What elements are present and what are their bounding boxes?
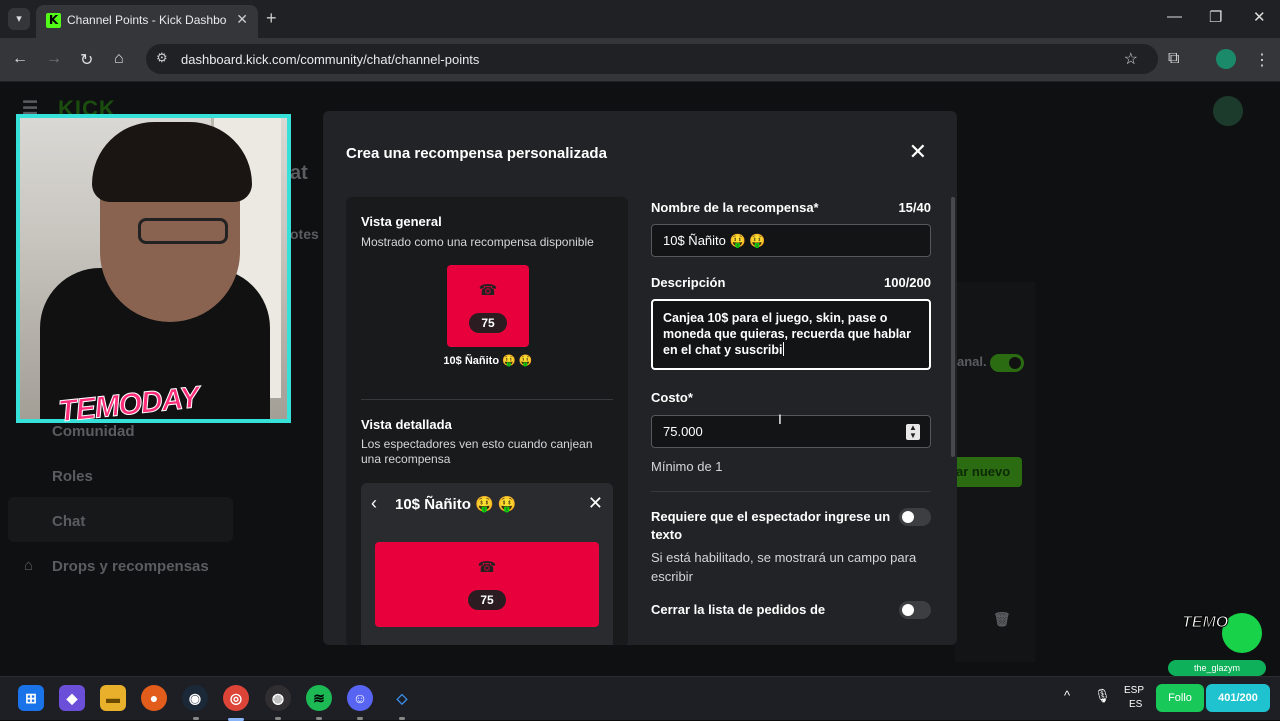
page-heading: at bbox=[290, 162, 308, 184]
gift-icon: ☎ bbox=[478, 282, 498, 299]
stepper-icon[interactable]: ▲ ▼ bbox=[906, 424, 920, 440]
tray-chevron-icon[interactable]: ^ bbox=[1064, 689, 1070, 702]
overview-reward-tile: ☎ 75 bbox=[447, 265, 529, 347]
sidebar-active-bg bbox=[8, 497, 233, 542]
site-info-icon[interactable]: ⚙ bbox=[156, 50, 168, 66]
preview-divider bbox=[361, 399, 613, 400]
kick-favicon-icon: K bbox=[46, 13, 61, 28]
cost-hint: Mínimo de 1 bbox=[651, 459, 723, 474]
text-caret bbox=[782, 342, 784, 356]
tab-partial[interactable]: otes bbox=[290, 226, 319, 242]
chrome-icon[interactable]: ◎ bbox=[223, 685, 249, 711]
tab-close-icon[interactable]: ✕ bbox=[236, 11, 248, 28]
sidebar-item-roles[interactable]: Roles bbox=[52, 468, 93, 485]
back-chevron-icon: ‹ bbox=[371, 493, 377, 513]
modal-close-icon[interactable]: ✕ bbox=[909, 141, 927, 163]
cost-value: 75.000 bbox=[663, 424, 703, 439]
detailed-heading: Vista detallada bbox=[361, 417, 452, 432]
text-cursor-icon: I bbox=[778, 411, 782, 427]
bookmark-star-icon[interactable]: ☆ bbox=[1124, 49, 1138, 69]
windows-taskbar: ⊞ ◆ ▬ ● ◉ ◎ ◍ ≋ ☺ ◇ ^ 🎙 ESP ES bbox=[0, 676, 1280, 721]
overlay-follow-badge: Follo bbox=[1156, 684, 1204, 712]
reward-name-input[interactable]: 10$ Ñañito 🤑 🤑 bbox=[651, 224, 931, 257]
detail-close-icon: ✕ bbox=[587, 493, 603, 513]
modal-scrollbar[interactable] bbox=[951, 197, 955, 457]
background-toggle[interactable] bbox=[990, 354, 1024, 372]
browser-tab[interactable]: K Channel Points - Kick Dashboard ✕ bbox=[36, 5, 258, 38]
language-bottom[interactable]: ES bbox=[1129, 699, 1142, 711]
require-text-toggle[interactable] bbox=[899, 508, 931, 526]
file-explorer-icon[interactable]: ▬ bbox=[100, 685, 126, 711]
address-bar[interactable]: ⚙ dashboard.kick.com/community/chat/chan… bbox=[146, 44, 1158, 74]
trash-icon[interactable]: 🗑 bbox=[993, 611, 1011, 628]
back-icon[interactable]: ← bbox=[12, 50, 28, 68]
tab-title: Channel Points - Kick Dashboard bbox=[67, 13, 227, 27]
overview-cost-badge: 75 bbox=[469, 313, 507, 333]
overlay-username: the_glazym bbox=[1168, 660, 1266, 676]
form-divider bbox=[651, 491, 931, 492]
sidebar-item-drops[interactable]: Drops y recompensas bbox=[52, 558, 209, 575]
overview-heading: Vista general bbox=[361, 214, 442, 229]
toggle-label-partial: anal. bbox=[957, 354, 987, 369]
create-new-button[interactable]: ar nuevo bbox=[950, 457, 1022, 487]
steam-icon[interactable]: ◉ bbox=[182, 685, 208, 711]
forward-icon[interactable]: → bbox=[46, 50, 62, 68]
maximize-icon[interactable]: ❐ bbox=[1209, 8, 1222, 26]
gift-icon: ☎ bbox=[477, 559, 497, 576]
browser-menu-icon[interactable]: ⋮ bbox=[1254, 50, 1270, 70]
modal-title: Crea una recompensa personalizada bbox=[346, 145, 607, 162]
tab-search-icon[interactable]: ▾ bbox=[8, 8, 30, 30]
discord-icon[interactable]: ☺ bbox=[347, 685, 373, 711]
reload-icon[interactable]: ↻ bbox=[80, 50, 93, 70]
overview-caption: 10$ Ñañito 🤑 🤑 bbox=[443, 355, 533, 367]
app-icon[interactable]: ◇ bbox=[389, 685, 415, 711]
close-queue-toggle[interactable] bbox=[899, 601, 931, 619]
detailed-subtitle: Los espectadores ven esto cuando canjean… bbox=[361, 437, 593, 466]
cam-person-glasses bbox=[138, 218, 228, 244]
close-queue-label: Cerrar la lista de pedidos de bbox=[651, 602, 826, 617]
name-counter: 15/40 bbox=[898, 200, 931, 215]
description-textarea[interactable]: Canjea 10$ para el juego, skin, pase o m… bbox=[651, 299, 931, 370]
minimize-icon[interactable]: — bbox=[1167, 8, 1182, 25]
browser-tabbar: ▾ K Channel Points - Kick Dashboard ✕ + … bbox=[0, 0, 1280, 38]
name-label: Nombre de la recompensa* bbox=[651, 200, 819, 215]
description-label: Descripción bbox=[651, 275, 726, 290]
windows-start-icon[interactable]: ⊞ bbox=[18, 685, 44, 711]
browser-toolbar: ← → ↻ ⌂ ⚙ dashboard.kick.com/community/c… bbox=[0, 38, 1280, 82]
description-counter: 100/200 bbox=[884, 275, 931, 290]
copilot-icon[interactable]: ◆ bbox=[59, 685, 85, 711]
overview-subtitle: Mostrado como una recompensa disponible bbox=[361, 235, 594, 249]
language-top[interactable]: ESP bbox=[1124, 685, 1144, 697]
new-tab-icon[interactable]: + bbox=[266, 8, 277, 29]
require-text-label: Requiere que el espectador ingrese un te… bbox=[651, 509, 891, 542]
detailed-cost-badge: 75 bbox=[468, 590, 506, 610]
detailed-title: 10$ Ñañito 🤑 🤑 bbox=[395, 496, 517, 513]
preview-panel: Vista general Mostrado como una recompen… bbox=[346, 197, 628, 645]
url-text: dashboard.kick.com/community/chat/channe… bbox=[181, 52, 480, 67]
detailed-reward-tile: ☎ 75 bbox=[375, 542, 599, 627]
firefox-icon[interactable]: ● bbox=[141, 685, 167, 711]
create-reward-modal: Crea una recompensa personalizada ✕ Vist… bbox=[323, 111, 957, 645]
window-close-icon[interactable]: ✕ bbox=[1253, 8, 1266, 26]
cost-label: Costo* bbox=[651, 390, 693, 405]
description-text: Canjea 10$ para el juego, skin, pase o m… bbox=[663, 311, 911, 357]
microphone-icon[interactable]: 🎙 bbox=[1094, 689, 1111, 702]
home-icon[interactable]: ⌂ bbox=[114, 50, 124, 68]
overlay-goal-badge: 401/200 bbox=[1206, 684, 1270, 712]
extensions-icon[interactable]: ⧉ bbox=[1168, 50, 1179, 68]
overlay-logo: TEMO bbox=[1182, 614, 1229, 632]
spotify-icon[interactable]: ≋ bbox=[306, 685, 332, 711]
obs-icon[interactable]: ◍ bbox=[265, 685, 291, 711]
gift-icon: ⌂ bbox=[24, 557, 34, 574]
user-avatar[interactable] bbox=[1213, 96, 1243, 126]
profile-avatar[interactable] bbox=[1216, 49, 1236, 69]
detailed-card: ‹ 10$ Ñañito 🤑 🤑 ✕ ☎ 75 bbox=[361, 483, 613, 645]
sidebar-item-chat[interactable]: Chat bbox=[52, 513, 85, 530]
require-text-description: Si está habilitado, se mostrará un campo… bbox=[651, 550, 917, 584]
cost-input[interactable]: 75.000 ▲ ▼ bbox=[651, 415, 931, 448]
